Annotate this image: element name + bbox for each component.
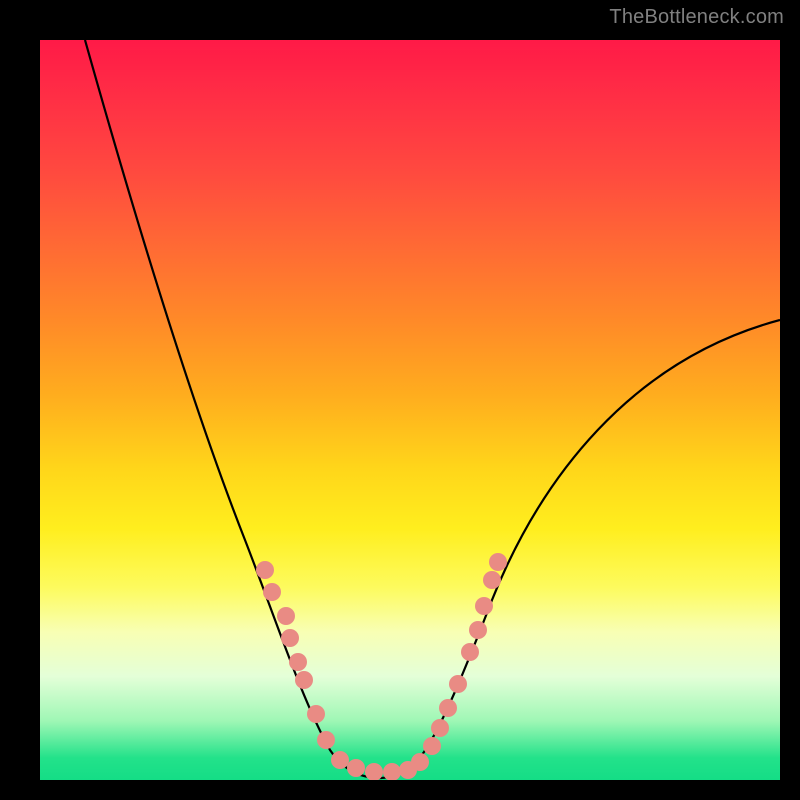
curve-marker-dot [489, 553, 507, 571]
curve-marker-dot [307, 705, 325, 723]
curve-marker-dot [277, 607, 295, 625]
bottleneck-curve [85, 40, 780, 778]
curve-marker-dot [439, 699, 457, 717]
curve-marker-dot [411, 753, 429, 771]
curve-marker-dot [281, 629, 299, 647]
curve-marker-dot [365, 763, 383, 780]
curve-marker-dot [483, 571, 501, 589]
curve-marker-dot [256, 561, 274, 579]
curve-marker-dot [469, 621, 487, 639]
curve-marker-dot [331, 751, 349, 769]
chart-stage: TheBottleneck.com [0, 0, 800, 800]
curve-markers [256, 553, 507, 780]
curve-marker-dot [347, 759, 365, 777]
curve-marker-dot [449, 675, 467, 693]
curve-marker-dot [295, 671, 313, 689]
curve-marker-dot [431, 719, 449, 737]
curve-marker-dot [263, 583, 281, 601]
plot-area [40, 40, 780, 780]
curve-layer [40, 40, 780, 780]
curve-marker-dot [383, 763, 401, 780]
curve-marker-dot [317, 731, 335, 749]
watermark-label: TheBottleneck.com [609, 6, 784, 29]
curve-marker-dot [289, 653, 307, 671]
curve-marker-dot [475, 597, 493, 615]
curve-marker-dot [461, 643, 479, 661]
curve-marker-dot [423, 737, 441, 755]
